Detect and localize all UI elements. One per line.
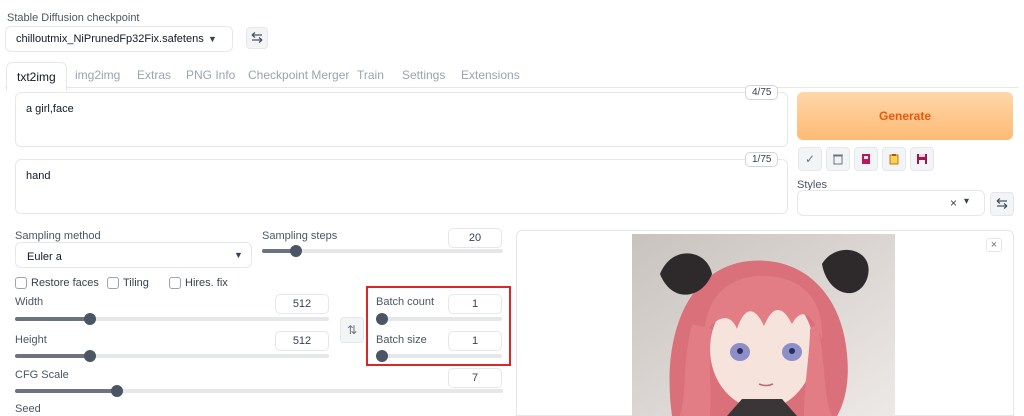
height-slider[interactable] xyxy=(15,350,329,362)
slider-handle[interactable] xyxy=(111,385,123,397)
swap-arrows-icon xyxy=(251,32,263,43)
cfg-scale-slider[interactable] xyxy=(15,385,503,397)
sampling-method-select[interactable]: Euler a ▼ xyxy=(15,242,252,268)
slider-handle[interactable] xyxy=(84,350,96,362)
clipboard-icon xyxy=(889,154,899,165)
negative-prompt-textarea[interactable]: hand xyxy=(15,159,788,214)
restore-faces-label: Restore faces xyxy=(31,277,99,289)
chevron-down-icon: ▼ xyxy=(234,250,243,260)
checkmark-icon: ✓ xyxy=(804,152,816,166)
tab-extensions[interactable]: Extensions xyxy=(461,68,520,82)
slider-handle[interactable] xyxy=(84,313,96,325)
sampling-steps-input[interactable]: 20 xyxy=(448,228,502,248)
checkpoint-value: chilloutmix_NiPrunedFp32Fix.safetensors … xyxy=(16,33,204,45)
negative-prompt-text: hand xyxy=(26,170,51,182)
batch-size-label: Batch size xyxy=(376,334,427,346)
seed-label: Seed xyxy=(15,403,41,415)
trash-icon xyxy=(833,154,843,165)
clear-icon[interactable]: × xyxy=(950,196,957,210)
tiling-label: Tiling xyxy=(123,277,149,289)
hires-fix-checkbox[interactable] xyxy=(169,277,181,289)
width-input[interactable]: 512 xyxy=(275,294,329,314)
restore-faces-checkbox[interactable] xyxy=(15,277,27,289)
prompt-token-counter: 4/75 xyxy=(745,85,779,100)
close-image-button[interactable]: × xyxy=(986,238,1002,252)
height-label: Height xyxy=(15,334,47,346)
prompt-text: a girl,face xyxy=(26,103,74,115)
batch-count-slider[interactable] xyxy=(376,313,502,325)
swap-arrows-icon xyxy=(996,198,1008,209)
generate-button[interactable]: Generate xyxy=(797,92,1013,140)
tab-png-info[interactable]: PNG Info xyxy=(186,68,235,82)
chevron-down-icon: ▾ xyxy=(964,196,970,207)
swap-vertical-icon: ⇅ xyxy=(346,323,358,337)
interrupt-button[interactable]: ✓ xyxy=(798,147,822,171)
slider-handle[interactable] xyxy=(290,245,302,257)
tab-train[interactable]: Train xyxy=(357,68,384,82)
refresh-styles-button[interactable] xyxy=(990,192,1014,216)
prompt-textarea[interactable]: a girl,face xyxy=(15,92,788,147)
floppy-disk-icon xyxy=(917,154,927,164)
batch-size-input[interactable]: 1 xyxy=(448,331,502,351)
chevron-down-icon: ▼ xyxy=(208,34,217,44)
negative-prompt-token-counter: 1/75 xyxy=(745,152,779,167)
batch-count-input[interactable]: 1 xyxy=(448,294,502,314)
sampling-method-value: Euler a xyxy=(27,251,62,263)
slider-handle[interactable] xyxy=(376,313,388,325)
book-icon xyxy=(862,154,870,164)
tab-img2img[interactable]: img2img xyxy=(75,68,120,82)
refresh-checkpoint-button[interactable] xyxy=(246,27,268,49)
sampling-steps-label: Sampling steps xyxy=(262,230,338,242)
tab-extras[interactable]: Extras xyxy=(137,68,171,82)
clear-prompt-button[interactable] xyxy=(826,147,850,171)
sampling-steps-slider[interactable] xyxy=(262,245,503,257)
hires-fix-label: Hires. fix xyxy=(185,277,228,289)
paste-button[interactable] xyxy=(882,147,906,171)
tiling-checkbox[interactable] xyxy=(107,277,119,289)
styles-select[interactable]: × ▾ xyxy=(797,190,985,216)
tab-txt2img[interactable]: txt2img xyxy=(6,62,67,91)
checkpoint-label: Stable Diffusion checkpoint xyxy=(7,12,140,24)
swap-dimensions-button[interactable]: ⇅ xyxy=(340,317,364,343)
tab-settings[interactable]: Settings xyxy=(402,68,445,82)
slider-handle[interactable] xyxy=(376,350,388,362)
generated-image[interactable] xyxy=(632,234,895,416)
checkpoint-select[interactable]: chilloutmix_NiPrunedFp32Fix.safetensors … xyxy=(5,26,233,52)
cfg-scale-label: CFG Scale xyxy=(15,369,69,381)
style-apply-button[interactable] xyxy=(854,147,878,171)
tab-checkpoint-merger[interactable]: Checkpoint Merger xyxy=(248,68,349,82)
width-slider[interactable] xyxy=(15,313,329,325)
batch-size-slider[interactable] xyxy=(376,350,502,362)
height-input[interactable]: 512 xyxy=(275,331,329,351)
save-style-button[interactable] xyxy=(910,147,934,171)
batch-count-label: Batch count xyxy=(376,296,435,308)
width-label: Width xyxy=(15,296,44,308)
cfg-scale-input[interactable]: 7 xyxy=(448,368,502,388)
sampling-method-label: Sampling method xyxy=(15,230,101,242)
